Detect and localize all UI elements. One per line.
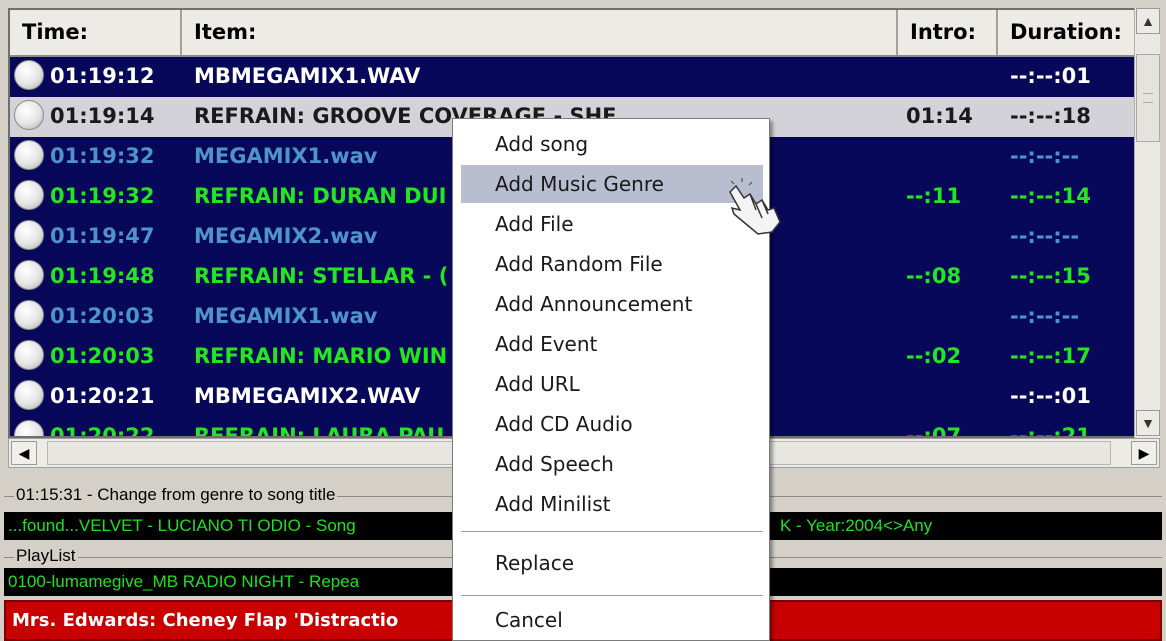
cell-duration: --:--:17 xyxy=(1010,344,1091,368)
arrow-down-icon[interactable]: ▼ xyxy=(1136,410,1160,436)
table-row[interactable]: 01:19:12 MBMEGAMIX1.WAV --:--:01 xyxy=(10,57,1140,97)
playlist-info-text: 0100-lumamegive_MB RADIO NIGHT - Repea xyxy=(8,572,360,591)
cell-duration: --:--:-- xyxy=(1010,144,1080,168)
cell-item: REFRAIN: DURAN DUI xyxy=(194,184,447,208)
cell-time: 01:20:21 xyxy=(50,384,155,408)
cell-intro: --:02 xyxy=(906,344,962,368)
arrow-right-icon[interactable]: ▶ xyxy=(1131,441,1157,465)
menu-separator xyxy=(461,595,763,597)
cell-intro: --:07 xyxy=(906,424,962,438)
menu-item-add-music-genre[interactable]: Add Music Genre xyxy=(461,165,763,203)
vertical-scrollbar[interactable]: ▲ ▼ xyxy=(1134,8,1160,438)
menu-item-cancel[interactable]: Cancel xyxy=(461,601,763,639)
cell-duration: --:--:14 xyxy=(1010,184,1091,208)
cell-duration: --:--:-- xyxy=(1010,224,1080,248)
change-log-text-right: K - Year:2004<>Any xyxy=(780,516,933,535)
playlist-window: Time: Item: Intro: Duration: 01:19:12 MBM… xyxy=(0,0,1166,641)
cell-item: MEGAMIX1.wav xyxy=(194,304,378,328)
clock-icon xyxy=(14,420,44,436)
cell-item: MBMEGAMIX2.WAV xyxy=(194,384,421,408)
clock-icon xyxy=(14,300,44,330)
column-header-duration[interactable]: Duration: xyxy=(998,10,1140,55)
column-header-intro[interactable]: Intro: xyxy=(898,10,998,55)
cell-intro: --:08 xyxy=(906,264,962,288)
clock-icon xyxy=(14,180,44,210)
cell-duration: --:--:01 xyxy=(1010,384,1091,408)
clock-icon xyxy=(14,380,44,410)
change-log-label: 01:15:31 - Change from genre to song tit… xyxy=(14,485,338,505)
grip-icon xyxy=(1143,93,1153,103)
cell-intro: 01:14 xyxy=(906,104,973,128)
cell-time: 01:20:03 xyxy=(50,344,155,368)
playlist-info-label: PlayList xyxy=(14,546,78,566)
menu-item-add-url[interactable]: Add URL xyxy=(461,365,763,403)
arrow-left-icon[interactable]: ◀ xyxy=(11,441,37,465)
cell-item: MBMEGAMIX1.WAV xyxy=(194,64,421,88)
menu-item-add-cd-audio[interactable]: Add CD Audio xyxy=(461,405,763,443)
cell-time: 01:19:12 xyxy=(50,64,155,88)
cell-item: MEGAMIX1.wav xyxy=(194,144,378,168)
menu-item-add-file[interactable]: Add File xyxy=(461,205,763,243)
menu-item-replace[interactable]: Replace xyxy=(461,544,763,582)
clock-icon xyxy=(14,100,44,130)
clock-icon xyxy=(14,140,44,170)
cell-time: 01:19:32 xyxy=(50,184,155,208)
hand-cursor-icon xyxy=(729,178,781,235)
menu-item-add-random-file[interactable]: Add Random File xyxy=(461,245,763,283)
clock-icon xyxy=(14,340,44,370)
menu-separator xyxy=(461,531,763,533)
vertical-scroll-thumb[interactable] xyxy=(1136,54,1160,142)
column-header-row: Time: Item: Intro: Duration: xyxy=(10,10,1140,57)
menu-item-add-speech[interactable]: Add Speech xyxy=(461,445,763,483)
column-header-item[interactable]: Item: xyxy=(182,10,898,55)
menu-item-add-minilist[interactable]: Add Minilist xyxy=(461,485,763,523)
cell-time: 01:20:03 xyxy=(50,304,155,328)
cell-time: 01:19:14 xyxy=(50,104,155,128)
cell-item: REFRAIN: LAURA PAU xyxy=(194,424,445,438)
cell-duration: --:--:21 xyxy=(1010,424,1091,438)
cell-duration: --:--:01 xyxy=(1010,64,1091,88)
cell-time: 01:19:47 xyxy=(50,224,155,248)
cell-time: 01:20:22 xyxy=(50,424,155,438)
menu-item-add-song[interactable]: Add song xyxy=(461,125,763,163)
cell-duration: --:--:15 xyxy=(1010,264,1091,288)
cell-item: MEGAMIX2.wav xyxy=(194,224,378,248)
menu-item-add-announcement[interactable]: Add Announcement xyxy=(461,285,763,323)
arrow-up-icon[interactable]: ▲ xyxy=(1136,8,1160,34)
clock-icon xyxy=(14,60,44,90)
change-log-text: ...found...VELVET - LUCIANO TI ODIO - So… xyxy=(8,516,356,535)
clock-icon xyxy=(14,260,44,290)
column-header-time[interactable]: Time: xyxy=(10,10,182,55)
cell-time: 01:19:48 xyxy=(50,264,155,288)
cell-duration: --:--:18 xyxy=(1010,104,1091,128)
cell-time: 01:19:32 xyxy=(50,144,155,168)
cell-intro: --:11 xyxy=(906,184,962,208)
news-ticker-text: Mrs. Edwards: Cheney Flap 'Distractio xyxy=(12,610,399,631)
menu-item-add-event[interactable]: Add Event xyxy=(461,325,763,363)
clock-icon xyxy=(14,220,44,250)
cell-item: REFRAIN: MARIO WIN xyxy=(194,344,448,368)
cell-duration: --:--:-- xyxy=(1010,304,1080,328)
cell-item: REFRAIN: STELLAR - ( xyxy=(194,264,449,288)
